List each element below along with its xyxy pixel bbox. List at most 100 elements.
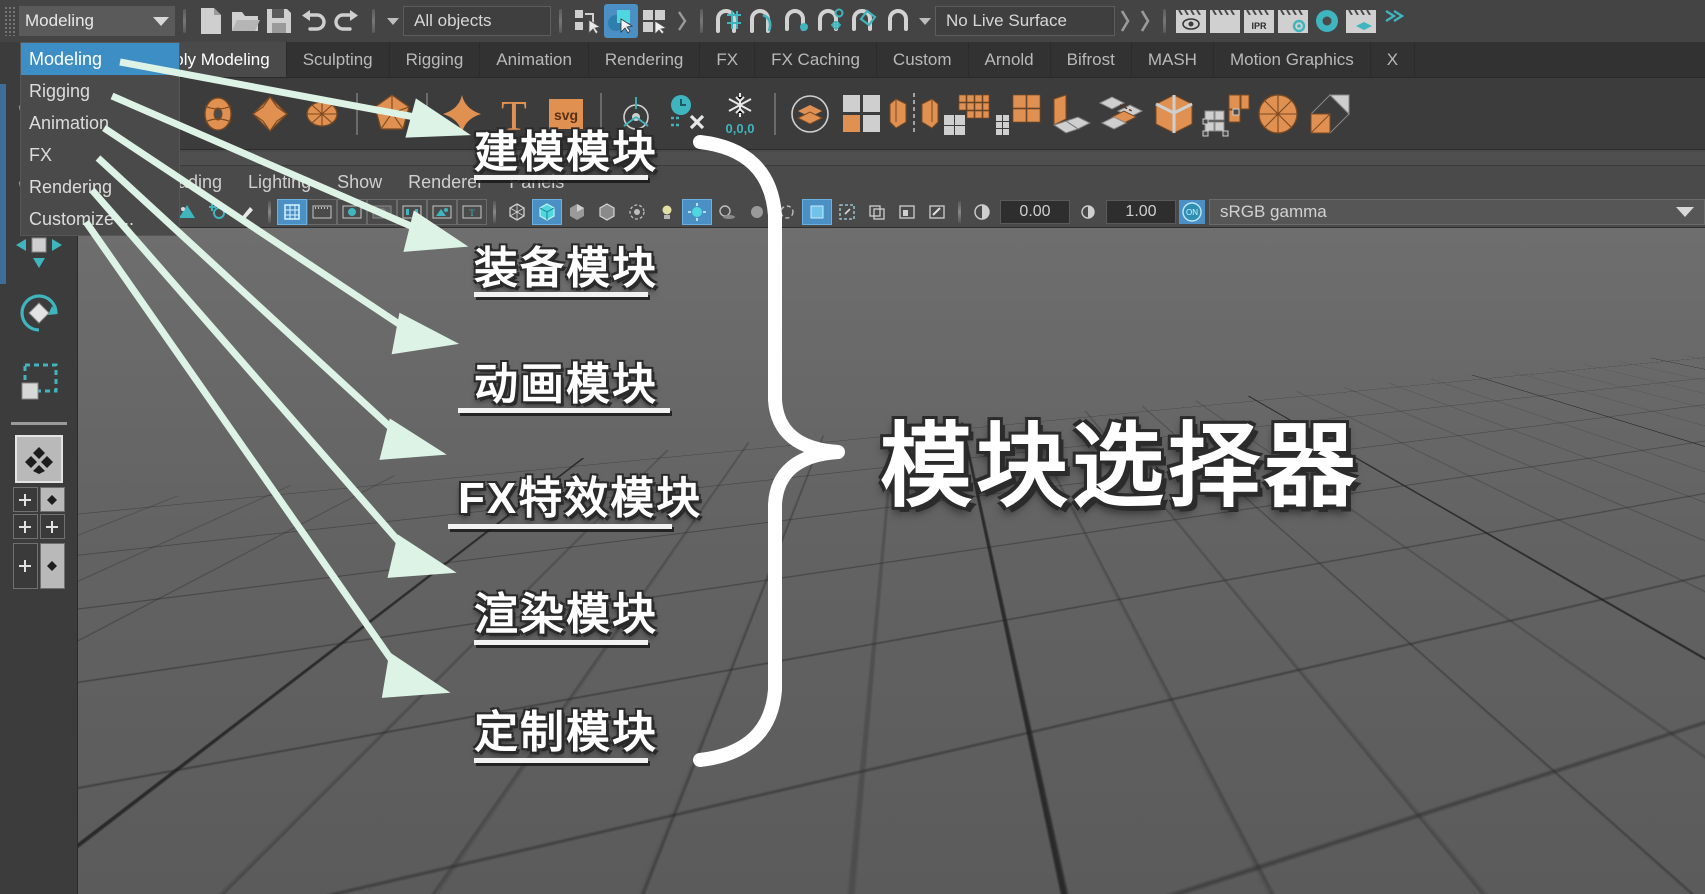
grease-pencil-icon[interactable] (232, 199, 262, 225)
panel-menu-lighting[interactable]: Lighting (248, 172, 311, 193)
motion-blur-icon[interactable] (772, 199, 802, 225)
layout-four-pane-button[interactable] (12, 487, 65, 539)
grid-toggle-icon[interactable] (277, 198, 307, 225)
poly-platonic-solid-icon[interactable] (366, 87, 418, 141)
statusline-grip[interactable] (4, 6, 16, 36)
shade-selected-icon[interactable] (562, 199, 592, 225)
snap-options-caret[interactable] (915, 6, 935, 36)
module-dropdown-item-customize[interactable]: Customize ... (21, 203, 179, 235)
poly-torus-icon[interactable] (192, 87, 244, 141)
poly-octahedron-icon[interactable] (244, 87, 296, 141)
select-by-hierarchy-icon[interactable] (570, 4, 604, 38)
freeze-transformations-icon[interactable]: 0,0,0 (714, 87, 766, 141)
module-dropdown-item-fx[interactable]: FX (21, 139, 179, 171)
multi-cut-icon[interactable] (1096, 87, 1148, 141)
bevel-icon[interactable] (1148, 87, 1200, 141)
isolate-select-icon[interactable] (832, 199, 862, 225)
make-live-icon[interactable] (881, 4, 915, 38)
paint-effects-icon[interactable] (922, 199, 952, 225)
topbar-expand-1[interactable] (1115, 6, 1135, 36)
safe-title-icon[interactable]: T (457, 198, 487, 225)
layout-two-pane-button[interactable] (12, 543, 65, 589)
topbar-overflow-icon[interactable] (1378, 4, 1412, 38)
shelf-tab-bifrost[interactable]: Bifrost (1051, 42, 1132, 77)
viewport-3d[interactable] (78, 228, 1705, 894)
circularize-icon[interactable] (1252, 87, 1304, 141)
two-d-pan-zoom-icon[interactable] (202, 199, 232, 225)
live-surface-field[interactable]: No Live Surface (935, 6, 1115, 36)
render-settings-icon[interactable] (1276, 4, 1310, 38)
shelf-tab-custom[interactable]: Custom (877, 42, 969, 77)
selection-mask-dropdown[interactable]: All objects (403, 6, 551, 36)
poly-svg-icon[interactable]: svg (540, 87, 592, 141)
exposure-value-field[interactable]: 0.00 (1000, 199, 1070, 224)
snap-to-curve-icon[interactable] (745, 4, 779, 38)
poly-soft-star-icon[interactable] (436, 87, 488, 141)
snap-to-grid-icon[interactable] (711, 4, 745, 38)
render-view-icon[interactable] (1344, 4, 1378, 38)
smooth-icon[interactable] (940, 87, 992, 141)
bridge-icon[interactable] (1200, 87, 1252, 141)
xray-icon[interactable] (622, 199, 652, 225)
smooth-shade-all-icon[interactable] (532, 198, 562, 225)
rotate-tool-icon[interactable] (8, 282, 70, 344)
film-gate-icon[interactable] (307, 198, 337, 225)
module-dropdown-item-modeling[interactable]: Modeling (21, 43, 179, 75)
gamma-value-field[interactable]: 1.00 (1106, 199, 1176, 224)
layout-cell-left[interactable] (12, 543, 38, 589)
append-polygon-icon[interactable] (1304, 87, 1356, 141)
module-dropdown-item-animation[interactable]: Animation (21, 107, 179, 139)
render-sequence-icon[interactable] (1208, 4, 1242, 38)
extrude-icon[interactable] (1044, 87, 1096, 141)
render-current-frame-icon[interactable] (1174, 4, 1208, 38)
shelf-tab-sculpting[interactable]: Sculpting (287, 42, 390, 77)
wireframe-icon[interactable] (502, 199, 532, 225)
layout-cell-tr[interactable] (39, 487, 65, 512)
snap-to-projected-center-icon[interactable] (813, 4, 847, 38)
module-dropdown-menu[interactable]: Modeling Rigging Animation FX Rendering … (20, 42, 180, 236)
shadows-icon[interactable] (712, 199, 742, 225)
shelf-tab-fx-caching[interactable]: FX Caching (755, 42, 877, 77)
selection-mask-caret[interactable] (383, 6, 403, 36)
color-transform-dropdown[interactable]: sRGB gamma (1209, 198, 1705, 225)
panel-menu-shading[interactable]: ading (178, 172, 222, 193)
open-scene-icon[interactable] (228, 4, 262, 38)
poly-type-text-icon[interactable]: T (488, 87, 540, 141)
poly-sphere-icon[interactable] (296, 87, 348, 141)
safe-action-icon[interactable] (427, 198, 457, 225)
layout-cell-bl[interactable] (12, 514, 38, 539)
select-by-component-type-icon[interactable] (638, 4, 672, 38)
gate-mask-icon[interactable] (367, 198, 397, 225)
module-dropdown-item-rendering[interactable]: Rendering (21, 171, 179, 203)
combine-icon[interactable] (784, 87, 836, 141)
color-management-toggle-icon[interactable] (967, 199, 997, 225)
topbar-expand-2[interactable] (1135, 6, 1155, 36)
module-dropdown-item-rigging[interactable]: Rigging (21, 75, 179, 107)
panel-menu-panels[interactable]: Panels (509, 172, 564, 193)
shelf-tab-rendering[interactable]: Rendering (589, 42, 701, 77)
select-by-object-type-icon[interactable] (604, 4, 638, 38)
layout-single-pane-button[interactable] (14, 435, 63, 483)
shelf-tab-motion-graphics[interactable]: Motion Graphics (1214, 42, 1371, 77)
resolution-gate-icon[interactable] (337, 198, 367, 225)
shelf-tab-arnold[interactable]: Arnold (969, 42, 1051, 77)
snap-to-view-plane-icon[interactable] (847, 4, 881, 38)
shelf-tab-mash[interactable]: MASH (1132, 42, 1214, 77)
field-chart-icon[interactable] (397, 198, 427, 225)
ipr-render-icon[interactable]: IPR (1242, 4, 1276, 38)
snap-to-point-icon[interactable] (779, 4, 813, 38)
shelf-tab-rigging[interactable]: Rigging (390, 42, 481, 77)
screenshot-icon[interactable] (892, 199, 922, 225)
mirror-icon[interactable] (888, 87, 940, 141)
panel-menu-renderer[interactable]: Renderer (408, 172, 483, 193)
panel-menu-show[interactable]: Show (337, 172, 382, 193)
reduce-icon[interactable] (992, 87, 1044, 141)
wireframe-on-shaded-icon[interactable] (592, 199, 622, 225)
color-management-on-toggle[interactable]: ON (1179, 199, 1205, 224)
save-scene-icon[interactable] (262, 4, 296, 38)
module-selector-dropdown[interactable]: Modeling (19, 6, 175, 36)
all-lights-icon[interactable] (682, 198, 712, 225)
layout-cell-right[interactable] (39, 543, 65, 589)
undo-icon[interactable] (296, 4, 330, 38)
delete-history-icon[interactable] (662, 87, 714, 141)
